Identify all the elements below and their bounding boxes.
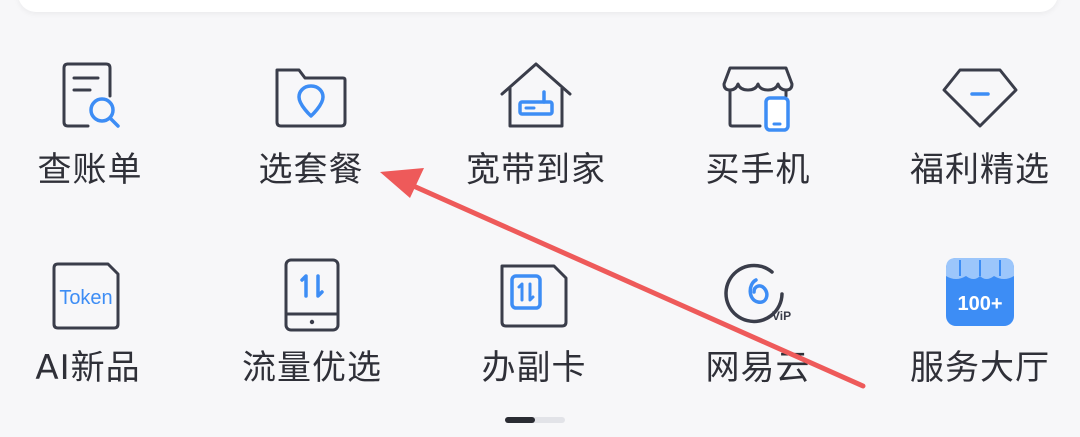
svg-text:100+: 100+ <box>957 293 1002 315</box>
phone-store-icon <box>722 66 794 132</box>
service-hall-icon: 100+ <box>946 258 1014 326</box>
page-indicator <box>505 417 565 423</box>
grid-item-label: 办副卡 <box>481 348 587 388</box>
grid-item-label: 服务大厅 <box>910 348 1050 388</box>
bill-search-icon <box>62 62 120 128</box>
grid-item-bill[interactable]: 查账单 <box>0 56 198 192</box>
grid-item-data[interactable]: 流量优选 <box>204 254 420 390</box>
grid-item-label: 买手机 <box>705 150 811 190</box>
grid-item-ai[interactable]: Token AI新品 <box>0 254 196 390</box>
svg-text:ViP: ViP <box>772 309 791 323</box>
page-indicator-active <box>505 417 535 423</box>
diamond-icon <box>942 68 1018 128</box>
grid-item-label: 查账单 <box>37 150 143 190</box>
netease-cloud-vip-icon: ViP <box>724 263 791 324</box>
svg-text:Token: Token <box>59 287 112 309</box>
grid-item-broadband[interactable]: 宽带到家 <box>428 56 644 192</box>
grid-item-phone[interactable]: 买手机 <box>650 56 866 192</box>
sim-card-icon <box>500 264 568 328</box>
grid-item-label: 福利精选 <box>910 150 1050 190</box>
grid-item-welfare[interactable]: 福利精选 <box>872 56 1080 192</box>
grid-item-label: 网易云 <box>705 348 811 388</box>
plan-folder-icon <box>275 68 347 128</box>
grid-item-sim[interactable]: 办副卡 <box>426 254 642 390</box>
data-traffic-icon <box>284 258 340 332</box>
grid-item-label: 流量优选 <box>242 348 382 388</box>
broadband-home-icon <box>500 62 572 128</box>
grid-item-plan[interactable]: 选套餐 <box>203 56 419 192</box>
grid-item-netease[interactable]: ViP 网易云 <box>650 254 866 390</box>
grid-item-label: 宽带到家 <box>466 150 606 190</box>
grid-item-service-hall[interactable]: 100+ 服务大厅 <box>872 254 1080 390</box>
grid-item-label: 选套餐 <box>258 150 364 190</box>
grid-item-label: AI新品 <box>35 348 141 388</box>
service-grid: 查账单 选套餐 宽带到家 买手机 福利精选 Token AI新品 流量优选 办副… <box>0 0 1080 437</box>
token-icon: Token <box>52 262 120 330</box>
